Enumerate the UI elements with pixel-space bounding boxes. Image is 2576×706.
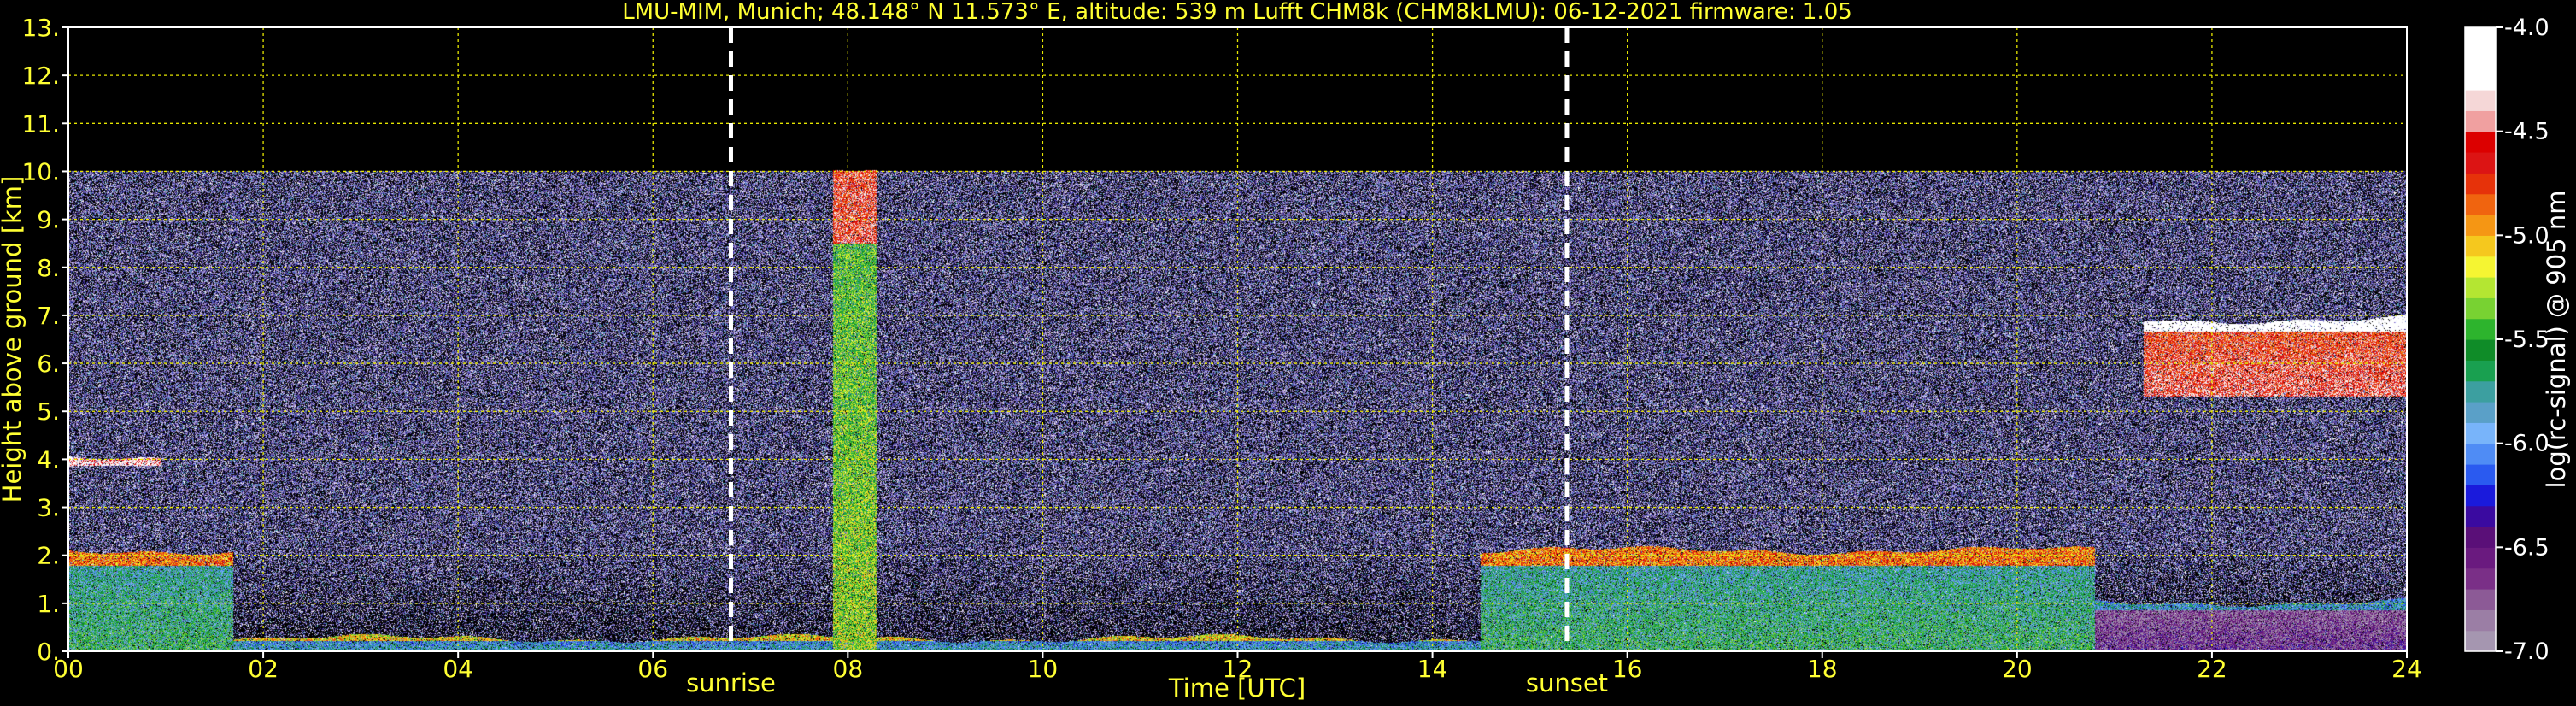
sunset-label: sunset: [1526, 668, 1608, 697]
y-axis-label: Height above ground [km]: [0, 176, 26, 503]
colorbar-segment: [2465, 173, 2496, 195]
x-tick-label: 20: [2002, 655, 2033, 683]
colorbar-segment: [2465, 27, 2496, 49]
x-tick-label: 16: [1612, 655, 1643, 683]
colorbar-segment: [2465, 464, 2496, 485]
x-tick-label: 06: [637, 655, 668, 683]
colorbar-segment: [2465, 110, 2496, 132]
y-tick-label: 0.: [37, 638, 60, 666]
x-tick-label: 08: [833, 655, 864, 683]
colorbar-segment: [2465, 630, 2496, 652]
colorbar: [2465, 27, 2496, 652]
sunrise-label: sunrise: [686, 668, 776, 697]
x-tick-label: 04: [443, 655, 473, 683]
y-tick-label: 7.: [37, 302, 60, 330]
colorbar-segment: [2465, 297, 2496, 320]
colorbar-tick-label: -4.5: [2504, 119, 2550, 145]
colorbar-segment: [2465, 380, 2496, 403]
x-tick-label: 02: [248, 655, 279, 683]
colorbar-label: log(rc-signal) @ 905 nm: [2542, 191, 2571, 489]
y-tick-label: 5.: [37, 397, 60, 426]
colorbar-segment: [2465, 152, 2496, 174]
x-tick-label: 18: [1807, 655, 1838, 683]
colorbar-segment: [2465, 68, 2496, 91]
colorbar-segment: [2465, 527, 2496, 548]
x-tick-label: 22: [2197, 655, 2227, 683]
colorbar-tick-label: -6.5: [2504, 534, 2550, 561]
y-tick-label: 11.: [21, 109, 60, 138]
y-tick-label: 12.: [21, 62, 60, 90]
y-tick-label: 2.: [37, 542, 60, 570]
colorbar-segment: [2465, 48, 2496, 70]
colorbar-segment: [2465, 90, 2496, 111]
chart-title: LMU-MIM, Munich; 48.148° N 11.573° E, al…: [622, 0, 1852, 25]
colorbar-segment: [2465, 339, 2496, 361]
colorbar-segment: [2465, 402, 2496, 423]
ceilometer-chart: LMU-MIM, Munich; 48.148° N 11.573° E, al…: [0, 0, 2576, 706]
colorbar-segment: [2465, 193, 2496, 215]
y-tick-label: 9.: [37, 206, 60, 234]
colorbar-segment: [2465, 443, 2496, 465]
colorbar-segment: [2465, 256, 2496, 278]
colorbar-segment: [2465, 235, 2496, 257]
colorbar-segment: [2465, 360, 2496, 382]
x-tick-label: 24: [2391, 655, 2422, 683]
y-tick-label: 10.: [21, 157, 60, 185]
colorbar-segment: [2465, 318, 2496, 340]
y-tick-label: 1.: [37, 590, 60, 618]
colorbar-segment: [2465, 485, 2496, 507]
colorbar-segment: [2465, 547, 2496, 569]
colorbar-segment: [2465, 568, 2496, 590]
colorbar-segment: [2465, 589, 2496, 610]
x-axis-label: Time [UTC]: [1168, 674, 1306, 703]
colorbar-tick-label: -4.0: [2504, 15, 2550, 41]
x-tick-label: 14: [1417, 655, 1448, 683]
colorbar-segment: [2465, 422, 2496, 444]
y-tick-label: 3.: [37, 494, 60, 522]
y-tick-label: 4.: [37, 445, 60, 474]
y-tick-label: 13.: [21, 14, 60, 42]
x-tick-label: 10: [1028, 655, 1059, 683]
colorbar-tick-label: -7.0: [2504, 638, 2550, 665]
colorbar-segment: [2465, 277, 2496, 298]
colorbar-segment: [2465, 131, 2496, 153]
y-tick-label: 8.: [37, 254, 60, 282]
colorbar-segment: [2465, 609, 2496, 632]
colorbar-segment: [2465, 505, 2496, 527]
y-tick-label: 6.: [37, 350, 60, 378]
colorbar-segment: [2465, 215, 2496, 236]
